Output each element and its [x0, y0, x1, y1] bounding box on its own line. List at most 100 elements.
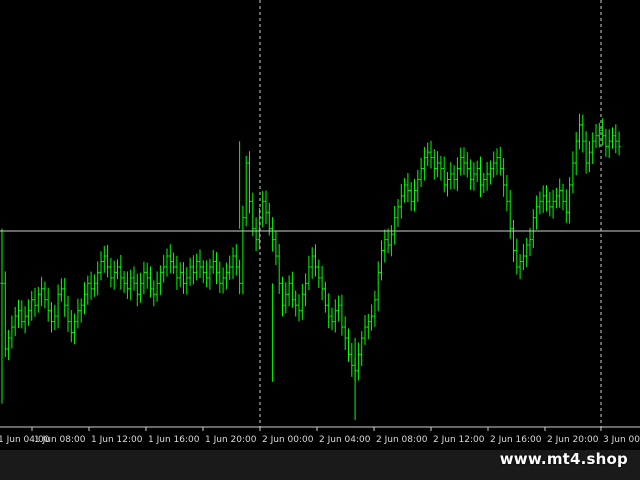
price-bar [119, 254, 123, 290]
price-bar [66, 295, 70, 332]
price-bar [152, 280, 156, 307]
price-bar [317, 259, 321, 288]
time-label: 2 Jun 12:00 [433, 435, 485, 445]
price-bar [320, 265, 324, 301]
time-label: 2 Jun 08:00 [376, 435, 428, 445]
price-bar [512, 220, 515, 263]
price-bar [274, 231, 278, 266]
price-bar [323, 281, 327, 313]
price-bar [218, 261, 222, 293]
price-bar [195, 253, 199, 281]
price-bar [399, 183, 403, 219]
price-bar [604, 128, 608, 157]
price-bar [406, 172, 410, 203]
price-bar [607, 129, 611, 159]
price-bar [287, 275, 291, 307]
price-bar [142, 261, 146, 295]
time-label: 2 Jun 04:00 [319, 435, 371, 445]
price-bar [337, 295, 341, 322]
price-bar [208, 258, 212, 290]
price-bar [248, 151, 251, 214]
price-bar [531, 209, 535, 249]
price-bar [53, 304, 57, 331]
price-bar [426, 142, 430, 167]
price-bar [158, 265, 162, 295]
price-bar [46, 287, 50, 322]
price-bar [538, 191, 542, 215]
price-bar [495, 148, 499, 175]
price-bar [611, 127, 614, 149]
price-bar [482, 172, 486, 193]
price-bar [182, 262, 185, 294]
price-bar [284, 282, 288, 314]
price-bar [333, 299, 337, 333]
price-bar [132, 266, 136, 291]
price-bar [403, 178, 407, 203]
price-bar [396, 199, 400, 227]
price-bar [314, 244, 317, 277]
price-bar [59, 278, 63, 302]
price-bar [238, 259, 242, 295]
price-bar [231, 247, 235, 279]
price-bar [350, 342, 354, 377]
price-bar [498, 146, 502, 176]
price-bar [30, 291, 34, 321]
price-bar [10, 315, 14, 349]
price-bar [356, 342, 360, 381]
price-bar [310, 247, 314, 279]
price-bar [376, 261, 380, 311]
price-bar [340, 294, 344, 336]
price-bar [413, 178, 416, 212]
price-bar [518, 254, 522, 279]
price-bar [261, 190, 265, 228]
price-bar [558, 178, 562, 208]
price-bar [446, 172, 449, 197]
price-bar [86, 275, 90, 305]
time-label: 2 Jun 20:00 [547, 435, 599, 445]
price-bar [215, 252, 218, 285]
price-bar [551, 189, 555, 219]
price-bar [254, 217, 258, 252]
price-bar [373, 290, 377, 327]
time-label: 1 Jun 16:00 [148, 435, 200, 445]
price-bar [525, 237, 529, 267]
price-bar [442, 156, 446, 193]
price-bar [535, 195, 539, 230]
price-bar [244, 155, 248, 227]
price-bar [201, 260, 205, 283]
price-bar [17, 299, 20, 329]
price-bar [571, 151, 575, 193]
price-bar [224, 262, 228, 290]
price-bar [541, 185, 545, 213]
price-bar [472, 162, 476, 191]
price-bar [20, 300, 24, 329]
price-bar [617, 131, 621, 156]
price-bar [554, 187, 558, 209]
price-bar [241, 205, 245, 295]
price-bar [135, 273, 139, 307]
price-bar [366, 313, 370, 339]
price-bar [416, 169, 420, 202]
price-bar [43, 281, 47, 309]
price-bar [155, 271, 159, 302]
price-bar [584, 131, 588, 174]
price-bar [452, 165, 456, 190]
price-bar [40, 276, 44, 307]
price-bar [23, 306, 27, 334]
price-bar [300, 283, 304, 320]
price-bar [601, 118, 605, 146]
price-bar [211, 249, 215, 274]
price-bar [327, 293, 331, 329]
price-chart[interactable]: 1 Jun 04:00 1 Jun 08:00 1 Jun 12:00 1 Jun 1… [0, 0, 640, 450]
price-bar [122, 270, 126, 293]
price-bar [168, 244, 172, 274]
price-bar [109, 258, 113, 287]
price-bar [149, 266, 152, 298]
price-bar [125, 271, 129, 299]
price-bar [307, 255, 311, 291]
price-bar [436, 151, 440, 178]
price-bar [175, 255, 179, 290]
time-label: 1 Jun 20:00 [205, 435, 257, 445]
price-bar [96, 261, 100, 296]
price-bar [50, 302, 53, 333]
